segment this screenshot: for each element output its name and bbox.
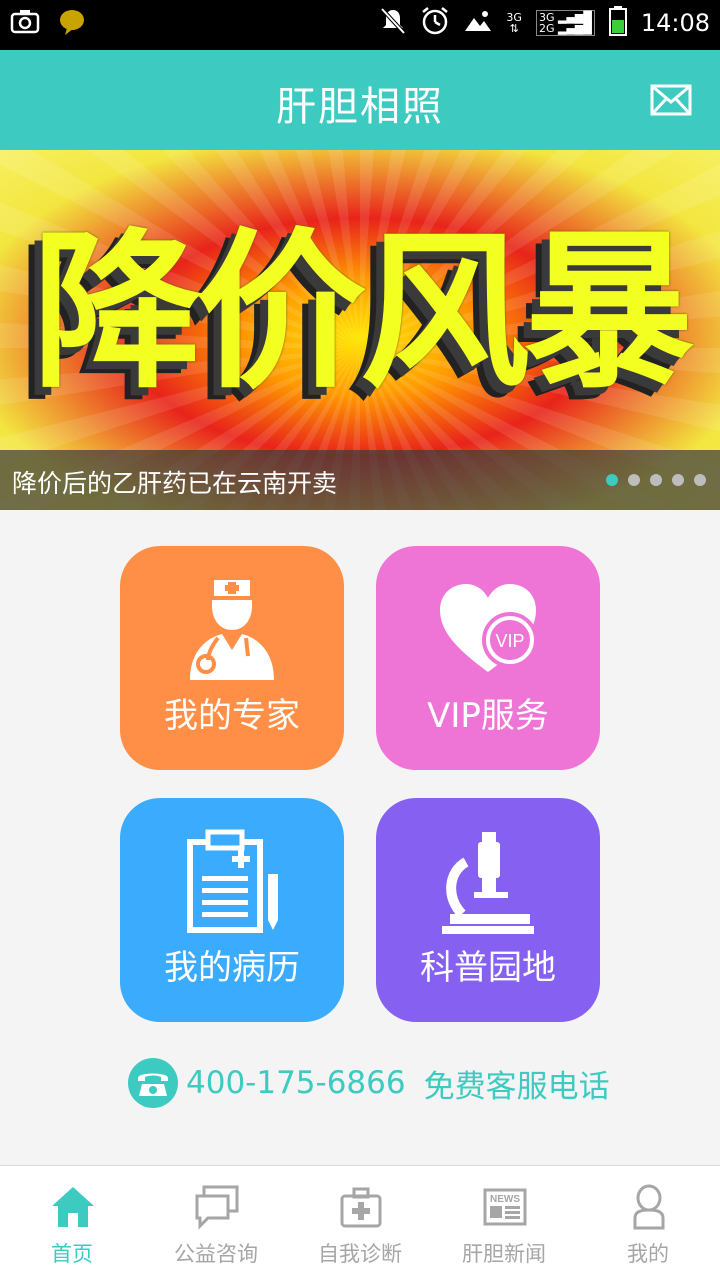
phone-icon bbox=[128, 1058, 178, 1108]
customer-service-hotline[interactable]: 400-175-6866 免费客服电话 bbox=[128, 1058, 610, 1108]
tile-label: 我的病历 bbox=[164, 948, 300, 988]
network-type-indicator: 3G ⇅ bbox=[506, 11, 522, 35]
carousel-dot[interactable] bbox=[650, 474, 662, 486]
doctor-icon bbox=[190, 580, 274, 680]
nav-label: 我的 bbox=[627, 1242, 669, 1266]
signal-strength-icon: 3G ▂▄▆█ 2G ▂▄▆█ bbox=[535, 10, 595, 36]
medical-records-tile[interactable]: 我的病历 bbox=[120, 798, 344, 1022]
news-icon: NEWS bbox=[483, 1188, 527, 1226]
image-notification-icon bbox=[464, 9, 492, 37]
status-bar: 3G ⇅ 3G ▂▄▆█ 2G ▂▄▆█ 14:08 bbox=[0, 0, 720, 50]
carousel-dot[interactable] bbox=[606, 474, 618, 486]
microscope-icon bbox=[442, 832, 534, 934]
nav-label: 自我诊断 bbox=[318, 1242, 402, 1266]
tile-label: 科普园地 bbox=[420, 948, 556, 988]
mail-icon bbox=[650, 84, 692, 116]
vip-service-tile[interactable]: VIP VIP服务 bbox=[376, 546, 600, 770]
tile-label: 我的专家 bbox=[164, 696, 300, 736]
news-icon-text: NEWS bbox=[490, 1194, 520, 1205]
nav-label: 肝胆新闻 bbox=[462, 1242, 546, 1266]
alarm-icon bbox=[420, 6, 450, 40]
nav-label: 公益咨询 bbox=[174, 1242, 258, 1266]
medkit-icon bbox=[340, 1187, 382, 1228]
banner-caption: 降价后的乙肝药已在云南开卖 bbox=[12, 469, 338, 498]
person-icon bbox=[633, 1184, 665, 1230]
vip-heart-icon: VIP bbox=[440, 584, 538, 672]
messages-button[interactable] bbox=[650, 80, 692, 120]
promo-banner[interactable]: 降价风暴 降价后的乙肝药已在云南开卖 bbox=[0, 150, 720, 510]
page-title: 肝胆相照 bbox=[276, 84, 444, 130]
my-experts-tile[interactable]: 我的专家 bbox=[120, 546, 344, 770]
carousel-dot[interactable] bbox=[628, 474, 640, 486]
science-corner-tile[interactable]: 科普园地 bbox=[376, 798, 600, 1022]
screenshot-icon bbox=[10, 8, 40, 40]
battery-icon bbox=[608, 6, 627, 40]
banner-caption-bar: 降价后的乙肝药已在云南开卖 bbox=[0, 450, 720, 510]
home-icon bbox=[52, 1187, 94, 1227]
nav-label: 首页 bbox=[51, 1242, 93, 1266]
carousel-dot[interactable] bbox=[694, 474, 706, 486]
vip-badge-text: VIP bbox=[495, 631, 524, 651]
hotline-number[interactable]: 400-175-6866 bbox=[186, 1065, 406, 1101]
nav-home[interactable]: 首页 bbox=[0, 1166, 144, 1281]
carousel-indicator bbox=[606, 474, 706, 486]
nav-self-diagnosis[interactable]: 自我诊断 bbox=[288, 1166, 432, 1281]
chat-icon bbox=[195, 1185, 239, 1230]
mute-icon bbox=[380, 7, 406, 39]
signal-bottom-label: 2G bbox=[538, 22, 555, 35]
nav-me[interactable]: 我的 bbox=[576, 1166, 720, 1281]
hotline-label: 免费客服电话 bbox=[423, 1068, 610, 1105]
nav-news[interactable]: NEWS 肝胆新闻 bbox=[432, 1166, 576, 1281]
notification-bubble-icon bbox=[58, 8, 86, 40]
banner-headline: 降价风暴 bbox=[31, 214, 694, 412]
carousel-dot[interactable] bbox=[672, 474, 684, 486]
clock: 14:08 bbox=[640, 9, 710, 37]
app-header: 肝胆相照 bbox=[0, 50, 720, 150]
tile-label: VIP服务 bbox=[427, 696, 549, 736]
nav-consult[interactable]: 公益咨询 bbox=[144, 1166, 288, 1281]
bottom-navigation: 首页 公益咨询 自我诊断 NEWS 肝胆新闻 我的 bbox=[0, 1165, 720, 1281]
medical-record-icon bbox=[187, 829, 278, 933]
